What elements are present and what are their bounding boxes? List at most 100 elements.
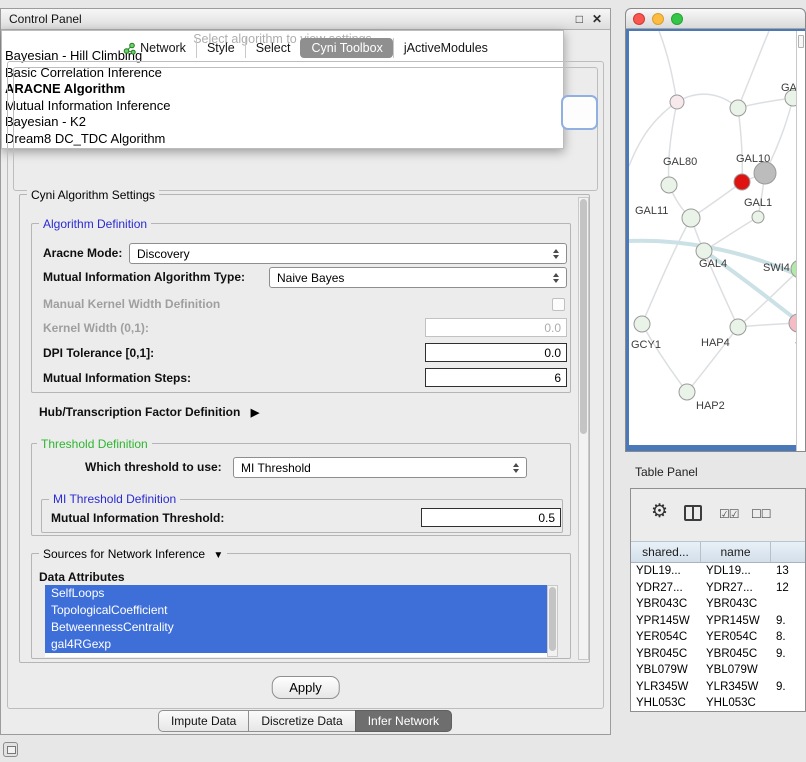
network-node[interactable] xyxy=(734,174,750,190)
network-node[interactable] xyxy=(670,95,684,109)
minimize-traffic-light[interactable] xyxy=(652,13,664,25)
table-cell[interactable]: YLR345W xyxy=(701,681,771,693)
tab-label: Style xyxy=(207,41,235,55)
mi-type-select[interactable]: Naive Bayes xyxy=(269,267,567,288)
table-row[interactable]: YER054CYER054C8. xyxy=(631,629,805,646)
network-node[interactable] xyxy=(752,211,764,223)
table-row[interactable]: YHL053CYHL053C xyxy=(631,695,805,712)
attribute-item-selfloops[interactable]: SelfLoops xyxy=(45,585,547,602)
table-cell[interactable]: YER054C xyxy=(701,631,771,643)
tab-style[interactable]: Style xyxy=(196,38,245,58)
table-cell[interactable]: YHL053C xyxy=(631,697,701,709)
scrollbar-button[interactable] xyxy=(798,35,804,48)
table-row[interactable]: YDL19...YDL19...13 xyxy=(631,563,805,580)
table-toolbar: ⚙ ☑☑ ☐☐ xyxy=(631,489,805,541)
table-body: YDL19...YDL19...13YDR27...YDR27...12YBR0… xyxy=(631,563,805,711)
scrollbar-thumb[interactable] xyxy=(580,199,587,434)
hub-section-toggle[interactable]: Hub/Transcription Factor Definition ▶ xyxy=(39,405,259,419)
network-node[interactable] xyxy=(730,319,746,335)
table-cell[interactable]: YHL053C xyxy=(701,697,771,709)
manual-kernel-checkbox[interactable] xyxy=(552,298,565,311)
apply-button[interactable]: Apply xyxy=(271,676,340,699)
network-scrollbar[interactable] xyxy=(796,31,805,451)
zoom-traffic-light[interactable] xyxy=(671,13,683,25)
network-node[interactable] xyxy=(754,162,776,184)
network-canvas[interactable]: GAL7GAL80GAL10GAL11GAL1SWI4GAL4GCY1HAP4Y… xyxy=(629,31,798,445)
which-threshold-select[interactable]: MI Threshold xyxy=(233,457,527,478)
bottom-tab-discretize-data[interactable]: Discretize Data xyxy=(248,710,355,732)
network-node[interactable] xyxy=(682,209,700,227)
table-cell[interactable]: YLR345W xyxy=(631,681,701,693)
table-row[interactable]: YPR145WYPR145W9. xyxy=(631,613,805,630)
control-panel-titlebar[interactable]: Control Panel □ ✕ xyxy=(1,9,610,30)
table-cell[interactable]: 9. xyxy=(771,648,806,660)
aracne-mode-select[interactable]: Discovery xyxy=(129,243,567,264)
gear-icon[interactable]: ⚙ xyxy=(651,500,668,523)
mi-threshold-field[interactable]: 0.5 xyxy=(421,508,561,527)
bottom-tab-impute-data[interactable]: Impute Data xyxy=(158,710,249,732)
table-cell[interactable]: 13 xyxy=(771,565,806,577)
table-cell[interactable]: YBL079W xyxy=(701,664,771,676)
settings-scrollbar[interactable] xyxy=(578,197,589,660)
close-window-icon[interactable]: ✕ xyxy=(592,13,602,25)
table-cell[interactable]: 9. xyxy=(771,615,806,627)
scrollbar-thumb[interactable] xyxy=(549,587,556,651)
tab-jactivemodules[interactable]: jActiveModules xyxy=(393,38,498,58)
table-cell[interactable]: YPR145W xyxy=(701,615,771,627)
mi-steps-field[interactable]: 6 xyxy=(425,368,567,387)
table-header-row: shared...name xyxy=(631,541,805,563)
network-node[interactable] xyxy=(730,100,746,116)
table-cell[interactable]: 9. xyxy=(771,681,806,693)
table-row[interactable]: YLR345WYLR345W9. xyxy=(631,679,805,696)
algorithm-definition-title: Algorithm Definition xyxy=(39,217,151,231)
attribute-item-gal4rgexp[interactable]: gal4RGexp xyxy=(45,636,547,653)
tab-cyni-toolbox[interactable]: Cyni Toolbox xyxy=(300,38,392,58)
table-cell[interactable]: YBR043C xyxy=(631,598,701,610)
table-panel-window: ⚙ ☑☑ ☐☐ shared...name YDL19...YDL19...13… xyxy=(630,488,806,712)
table-cell[interactable]: 8. xyxy=(771,631,806,643)
table-cell[interactable]: YBR043C xyxy=(701,598,771,610)
table-cell[interactable]: YBR045C xyxy=(701,648,771,660)
attribute-item-topologicalcoefficient[interactable]: TopologicalCoefficient xyxy=(45,602,547,619)
dpi-tolerance-field[interactable]: 0.0 xyxy=(425,343,567,362)
attribute-item-betweennesscentrality[interactable]: BetweennessCentrality xyxy=(45,619,547,636)
aracne-mode-value: Discovery xyxy=(137,247,549,261)
docked-panel-icon[interactable] xyxy=(3,742,18,757)
network-node[interactable] xyxy=(661,177,677,193)
attributes-scrollbar[interactable] xyxy=(547,585,558,657)
combo-arrows-icon xyxy=(509,463,523,473)
table-row[interactable]: YDR27...YDR27...12 xyxy=(631,580,805,597)
network-node[interactable] xyxy=(679,384,695,400)
table-cell[interactable]: 12 xyxy=(771,582,806,594)
column-header-shared[interactable]: shared... xyxy=(631,542,701,562)
table-cell[interactable]: YDL19... xyxy=(631,565,701,577)
bottom-tab-infer-network[interactable]: Infer Network xyxy=(355,710,452,732)
deselect-all-checks-icon[interactable]: ☐☐ xyxy=(751,507,771,521)
tab-select[interactable]: Select xyxy=(245,38,301,58)
table-row[interactable]: YBL079WYBL079W xyxy=(631,662,805,679)
tab-network[interactable]: Network xyxy=(113,38,196,58)
table-cell[interactable]: YDR27... xyxy=(631,582,701,594)
column-header-extra[interactable] xyxy=(771,542,806,562)
table-row[interactable]: YBR045CYBR045C9. xyxy=(631,646,805,663)
float-window-icon[interactable]: □ xyxy=(576,13,583,25)
network-node[interactable] xyxy=(696,243,712,259)
select-all-checks-icon[interactable]: ☑☑ xyxy=(719,507,739,521)
column-header-name[interactable]: name xyxy=(701,542,771,562)
sources-section-toggle[interactable]: Sources for Network Inference ▼ xyxy=(39,547,227,561)
algorithm-selector-button[interactable] xyxy=(561,95,598,130)
table-row[interactable]: YBR043CYBR043C xyxy=(631,596,805,613)
columns-icon[interactable] xyxy=(684,505,702,521)
network-edge xyxy=(668,102,677,185)
table-cell[interactable]: YPR145W xyxy=(631,615,701,627)
close-traffic-light[interactable] xyxy=(633,13,645,25)
table-cell[interactable]: YBR045C xyxy=(631,648,701,660)
network-window-titlebar[interactable] xyxy=(626,9,805,29)
table-cell[interactable]: YER054C xyxy=(631,631,701,643)
table-cell[interactable]: YDL19... xyxy=(701,565,771,577)
kernel-width-field[interactable]: 0.0 xyxy=(425,318,567,337)
table-cell[interactable]: YBL079W xyxy=(631,664,701,676)
table-cell[interactable]: YDR27... xyxy=(701,582,771,594)
kernel-width-label: Kernel Width (0,1): xyxy=(43,321,149,335)
network-node[interactable] xyxy=(634,316,650,332)
